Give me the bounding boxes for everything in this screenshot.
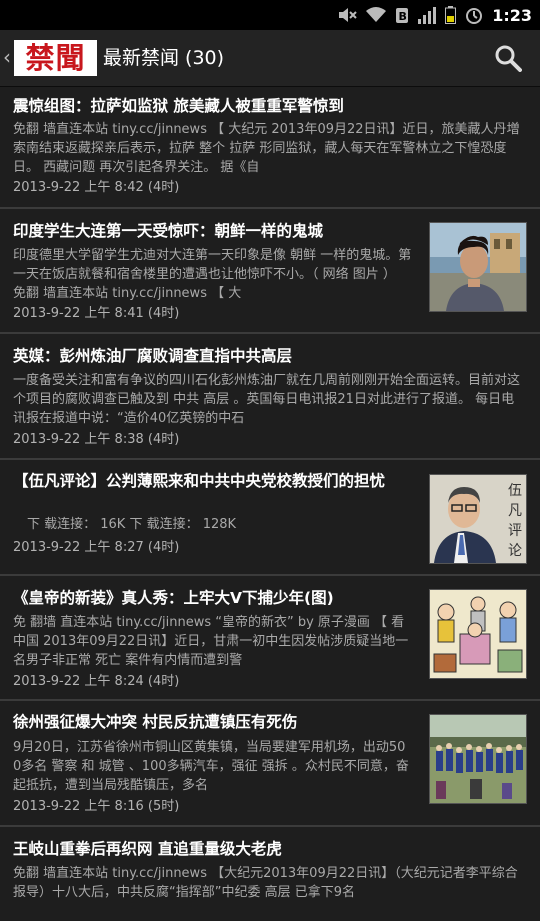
article-summary: 9月20日，江苏省徐州市铜山区黄集镇，当局要建军用机场，出动500多名 警察 和… xyxy=(13,740,409,793)
article-thumbnail xyxy=(429,589,527,679)
list-item[interactable]: 【伍凡评论】公判薄熙来和中共中央党校教授们的担忧 下 载连接： 16K 下 载连… xyxy=(0,460,540,576)
clock: 1:23 xyxy=(492,5,532,25)
article-time: 2013-9-22 上午 8:27 (4时) xyxy=(13,540,180,555)
article-time: 2013-9-22 上午 8:41 (4时) xyxy=(13,306,180,321)
svg-text:论: 论 xyxy=(508,543,522,559)
article-title: 【伍凡评论】公判薄熙来和中共中央党校教授们的担忧 xyxy=(13,472,386,490)
svg-text:B: B xyxy=(399,10,407,23)
article-list: 震惊组图：拉萨如监狱 旅美藏人被重重军警惊到 免翻 墙直连本站 tiny.cc/… xyxy=(0,87,540,917)
status-bar: B 1:23 xyxy=(0,0,540,30)
article-thumbnail xyxy=(429,222,527,312)
app-logo[interactable]: 禁聞 xyxy=(14,40,97,76)
article-summary: 下 载连接： 16K 下 载连接： 128K xyxy=(27,517,237,532)
article-title: 震惊组图：拉萨如监狱 旅美藏人被重重军警惊到 xyxy=(13,97,344,115)
list-item[interactable]: 《皇帝的新装》真人秀：上牢大V下捕少年(图) 免 翻墙 直连本站 tiny.cc… xyxy=(0,576,540,701)
back-icon[interactable]: ‹ xyxy=(3,46,11,68)
article-time: 2013-9-22 上午 8:16 (5时) xyxy=(13,799,180,814)
list-item[interactable]: 王岐山重拳后再织网 直追重量级大老虎 免翻 墙直连本站 tiny.cc/jinn… xyxy=(0,827,540,917)
page-title: 最新禁闻 (30) xyxy=(103,47,225,69)
svg-text:评: 评 xyxy=(508,523,522,539)
list-item[interactable]: 震惊组图：拉萨如监狱 旅美藏人被重重军警惊到 免翻 墙直连本站 tiny.cc/… xyxy=(0,87,540,209)
article-summary: 免翻 墙直连本站 tiny.cc/jinnews 【 大纪元 2013年09月2… xyxy=(13,122,520,175)
article-summary: 印度德里大学留学生尤迪对大连第一天印象是像 朝鲜 一样的鬼城。第一天在饭店就餐和… xyxy=(13,248,412,301)
signal-icon xyxy=(418,6,437,24)
mute-icon xyxy=(337,6,357,24)
article-time: 2013-9-22 上午 8:42 (4时) xyxy=(13,180,180,195)
alarm-icon xyxy=(465,6,483,24)
article-summary: 免翻 墙直连本站 tiny.cc/jinnews 【大纪元2013年09月22日… xyxy=(13,866,518,900)
article-title: 徐州强征爆大冲突 村民反抗遭镇压有死伤 xyxy=(13,713,298,731)
article-summary: 免 翻墙 直连本站 tiny.cc/jinnews “皇帝的新衣” by 原子漫… xyxy=(13,615,409,668)
article-title: 英媒：彭州炼油厂腐败调查直指中共高层 xyxy=(13,347,293,365)
list-item[interactable]: 印度学生大连第一天受惊吓：朝鲜一样的鬼城 印度德里大学留学生尤迪对大连第一天印象… xyxy=(0,209,540,334)
svg-text:凡: 凡 xyxy=(508,503,522,519)
battery-icon xyxy=(445,6,457,24)
svg-text:伍: 伍 xyxy=(508,483,522,499)
article-time: 2013-9-22 上午 8:24 (4时) xyxy=(13,674,180,689)
article-time: 2013-9-22 上午 8:38 (4时) xyxy=(13,432,180,447)
list-item[interactable]: 英媒：彭州炼油厂腐败调查直指中共高层 一度备受关注和富有争议的四川石化彭州炼油厂… xyxy=(0,334,540,460)
article-title: 印度学生大连第一天受惊吓：朝鲜一样的鬼城 xyxy=(13,222,324,240)
search-icon[interactable] xyxy=(494,44,522,76)
article-title: 王岐山重拳后再织网 直追重量级大老虎 xyxy=(13,840,282,858)
b-badge-icon: B xyxy=(395,7,409,24)
wifi-icon xyxy=(366,7,387,23)
article-title: 《皇帝的新装》真人秀：上牢大V下捕少年(图) xyxy=(13,589,334,607)
article-thumbnail xyxy=(429,714,527,804)
article-thumbnail: 伍 凡 评 论 xyxy=(429,474,527,564)
app-bar: ‹ 禁聞 最新禁闻 (30) xyxy=(0,30,540,87)
article-summary: 一度备受关注和富有争议的四川石化彭州炼油厂就在几周前刚刚开始全面运转。目前对这个… xyxy=(13,373,521,426)
list-item[interactable]: 徐州强征爆大冲突 村民反抗遭镇压有死伤 9月20日，江苏省徐州市铜山区黄集镇，当… xyxy=(0,701,540,827)
